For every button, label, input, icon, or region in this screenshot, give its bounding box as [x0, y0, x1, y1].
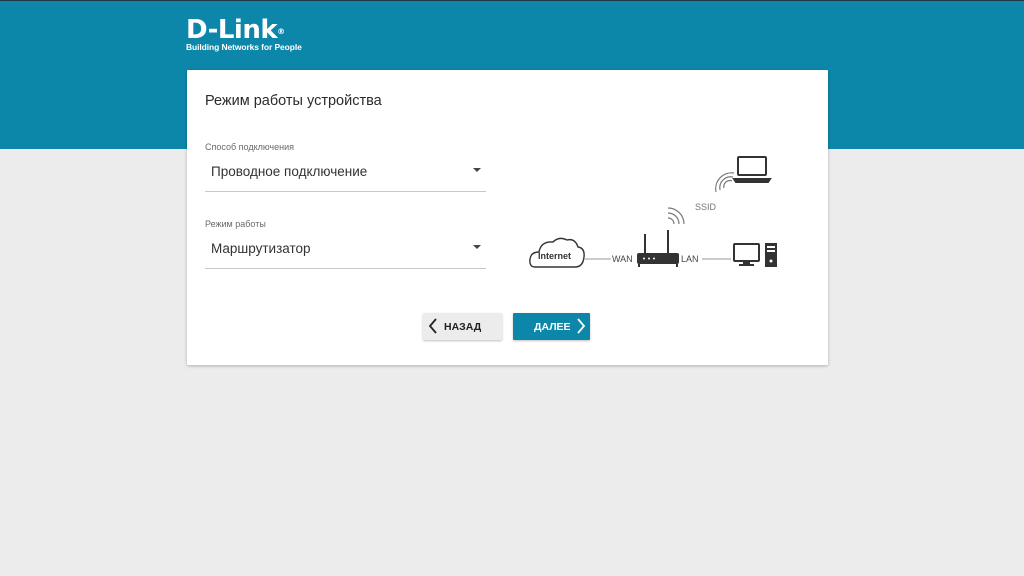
work-mode-label: Режим работы: [205, 219, 266, 229]
lan-label: LAN: [681, 254, 699, 264]
chevron-left-icon: [428, 318, 437, 334]
next-button-label: ДАЛЕЕ: [534, 321, 571, 333]
work-mode-value: Маршрутизатор: [211, 241, 311, 256]
connection-method-select[interactable]: Проводное подключение: [205, 160, 486, 192]
logo-brand: D-Link®: [186, 15, 285, 45]
dlink-logo: D-Link® Building Networks for People: [186, 15, 302, 52]
device-mode-card: Режим работы устройства Способ подключен…: [187, 70, 828, 365]
connection-method-label: Способ подключения: [205, 142, 294, 152]
chevron-down-icon: [473, 245, 481, 249]
connection-method-field: Способ подключения Проводное подключение: [205, 142, 486, 192]
logo-tagline: Building Networks for People: [186, 42, 302, 52]
back-button[interactable]: НАЗАД: [423, 313, 502, 340]
internet-label: Internet: [538, 251, 571, 261]
laptop-icon: [732, 156, 772, 183]
wifi-signal-icon: [715, 172, 735, 193]
chevron-down-icon: [473, 168, 481, 172]
connection-method-value: Проводное подключение: [211, 164, 368, 179]
network-diagram: SSID Internet WAN LAN: [529, 156, 777, 268]
cloud-icon: Internet: [529, 237, 585, 268]
router-wifi-icon: [667, 207, 685, 225]
ssid-label: SSID: [695, 202, 717, 212]
work-mode-select[interactable]: Маршрутизатор: [205, 237, 486, 269]
next-button[interactable]: ДАЛЕЕ: [513, 313, 590, 340]
router-icon: [637, 230, 679, 267]
wan-label: WAN: [612, 254, 633, 264]
page-title: Режим работы устройства: [205, 93, 382, 109]
desktop-computer-icon: [733, 243, 777, 267]
back-button-label: НАЗАД: [444, 321, 482, 333]
work-mode-field: Режим работы Маршрутизатор: [205, 219, 486, 269]
chevron-right-icon: [577, 318, 586, 334]
